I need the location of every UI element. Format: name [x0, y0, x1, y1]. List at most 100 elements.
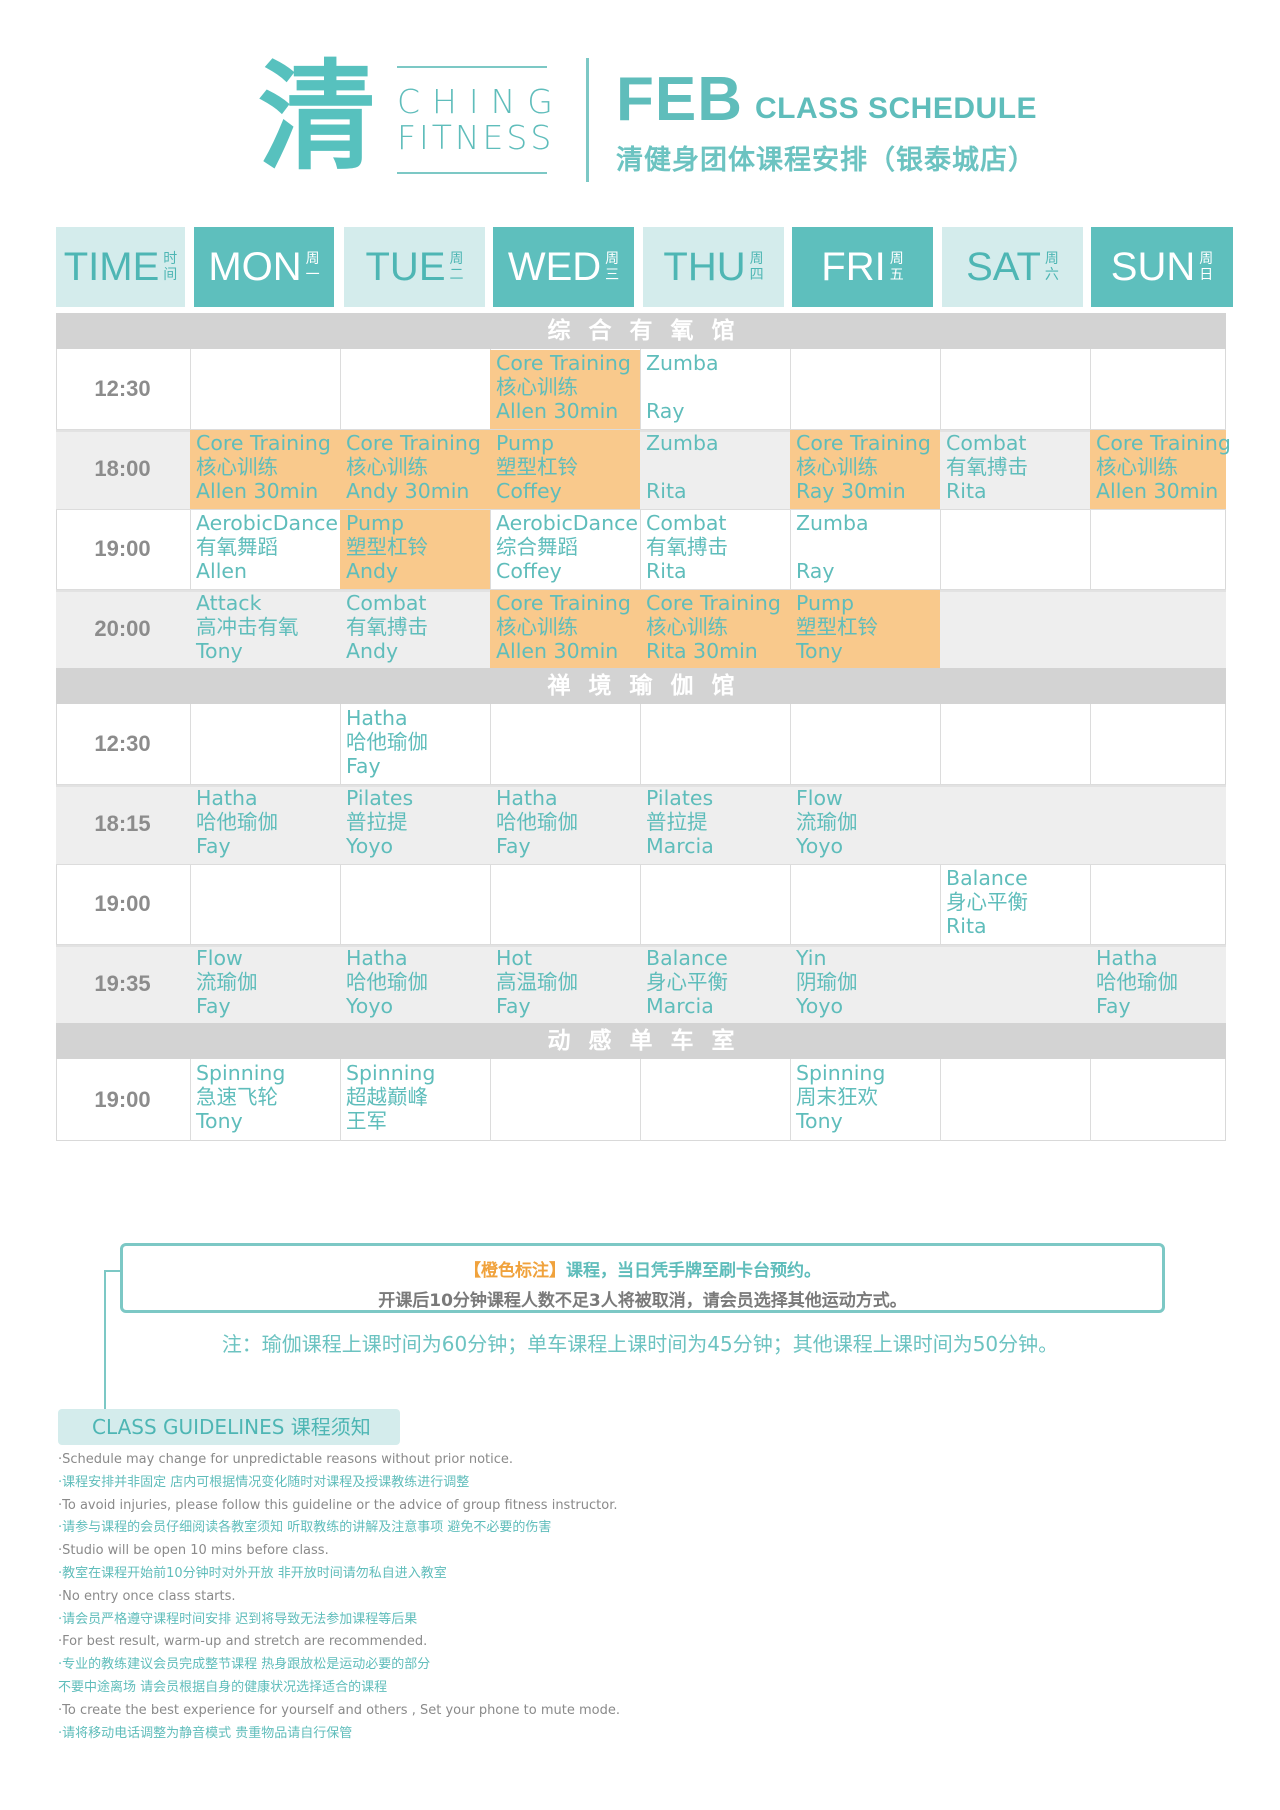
class-name-cn: 有氧搏击 [646, 535, 728, 559]
class-name-cn: 塑型杠铃 [796, 615, 878, 639]
class-cell[interactable]: Flow 流瑜伽 Yoyo [790, 785, 940, 864]
brand-name-line1: CHING [397, 82, 565, 121]
class-name: Zumba [646, 431, 719, 455]
class-name: Spinning [346, 1061, 436, 1085]
class-instructor: Rita [946, 479, 987, 503]
class-cell[interactable]: Core Training 核心训练 Ray 30min [790, 430, 940, 509]
class-instructor: Yoyo [346, 834, 394, 858]
guideline-item: ·请会员严格遵守课程时间安排 迟到将导致无法参加课程等后果 [58, 1611, 418, 1627]
class-instructor: Fay [196, 834, 231, 858]
class-cell[interactable]: Core Training 核心训练 Andy 30min [340, 430, 490, 509]
class-cell[interactable]: Core Training 核心训练 Allen 30min [1090, 430, 1231, 509]
day-header-cn-bottom: 一 [305, 267, 320, 283]
class-cell[interactable]: Pump 塑型杠铃 Andy [340, 510, 490, 589]
class-cell[interactable]: Hatha 哈他瑜伽 Yoyo [340, 945, 490, 1024]
day-header-cn-bottom: 六 [1044, 267, 1059, 283]
class-cell[interactable]: Hatha 哈他瑜伽 Fay [340, 705, 490, 784]
class-cell[interactable]: Hatha 哈他瑜伽 Fay [190, 785, 340, 864]
class-name: Hot [496, 946, 532, 970]
class-instructor: Allen 30min [196, 479, 319, 503]
section-header-aerobic: 综合有氧馆 [56, 313, 1226, 349]
class-cell[interactable]: Attack 高冲击有氧 Tony [190, 590, 340, 669]
class-name: Pilates [646, 786, 714, 810]
day-header-cn: 周一 [306, 251, 320, 283]
class-cell[interactable]: Yin 阴瑜伽 Yoyo [790, 945, 940, 1024]
day-header-cn-bottom: 五 [889, 267, 904, 283]
class-name-cn: 身心平衡 [946, 890, 1028, 914]
day-header-label: SAT [966, 244, 1041, 289]
class-instructor: Ray [796, 559, 835, 583]
day-header-cn: 时间 [163, 251, 177, 283]
class-cell[interactable]: Core Training 核心训练 Allen 30min [490, 590, 640, 669]
guidelines-list: ·Schedule may change for unpredictable r… [58, 1449, 758, 1745]
class-instructor: Yoyo [796, 994, 844, 1018]
class-name-cn: 哈他瑜伽 [346, 970, 428, 994]
class-cell[interactable]: Hatha 哈他瑜伽 Fay [490, 785, 640, 864]
class-instructor: Tony [796, 1109, 843, 1133]
day-header-cn-top: 周 [889, 251, 904, 267]
class-cell[interactable]: Hot 高温瑜伽 Fay [490, 945, 640, 1024]
guideline-item: ·No entry once class starts. [58, 1588, 236, 1604]
class-instructor: Marcia [646, 994, 714, 1018]
class-cell[interactable]: Combat 有氧搏击 Rita [640, 510, 790, 589]
day-header-label: TIME [63, 244, 160, 289]
booking-note-box: 【橙色标注】课程，当日凭手牌至刷卡台预约。 开课后10分钟课程人数不足3人将被取… [120, 1243, 1165, 1313]
class-cell[interactable]: Core Training 核心训练 Allen 30min [490, 350, 640, 429]
class-cell[interactable]: Zumba Ray [640, 350, 790, 429]
class-name-cn: 流瑜伽 [796, 810, 858, 834]
class-cell[interactable]: AerobicDance 有氧舞蹈 Allen [190, 510, 340, 589]
day-header-cn-top: 周 [749, 251, 764, 267]
guideline-item: ·教室在课程开始前10分钟时对外开放 非开放时间请勿私自进入教室 [58, 1565, 447, 1581]
guideline-item: ·To create the best experience for yours… [58, 1702, 620, 1718]
class-instructor: Rita 30min [646, 639, 758, 663]
class-cell[interactable]: Spinning 急速飞轮 Tony [190, 1060, 340, 1141]
class-name: Core Training [196, 431, 331, 455]
brand-name-line2: FITNESS [397, 118, 555, 157]
class-cell[interactable]: Balance 身心平衡 Marcia [640, 945, 790, 1024]
class-instructor: Coffey [496, 559, 562, 583]
day-header-cn-bottom: 间 [163, 267, 178, 283]
class-name: Pump [496, 431, 554, 455]
class-cell[interactable]: Core Training 核心训练 Rita 30min [640, 590, 790, 669]
class-name-cn: 普拉提 [646, 810, 708, 834]
class-instructor: Rita [646, 559, 687, 583]
day-header-label: TUE [365, 244, 446, 289]
day-header-cn-top: 周 [1199, 251, 1214, 267]
class-name: Pump [346, 511, 404, 535]
class-name-cn: 有氧舞蹈 [196, 535, 278, 559]
class-instructor: Rita [946, 914, 987, 938]
class-cell[interactable]: Combat 有氧搏击 Rita [940, 430, 1090, 509]
class-instructor: Ray [646, 399, 685, 423]
class-cell[interactable]: Spinning 超越巅峰 王军 [340, 1060, 490, 1141]
class-instructor: Coffey [496, 479, 562, 503]
month-label: FEB [616, 65, 743, 134]
class-cell[interactable]: Hatha 哈他瑜伽 Fay [1090, 945, 1226, 1024]
class-cell[interactable]: AerobicDance 综合舞蹈 Coffey [490, 510, 640, 589]
class-cell[interactable]: Balance 身心平衡 Rita [940, 865, 1090, 944]
class-cell[interactable]: Pilates 普拉提 Marcia [640, 785, 790, 864]
class-name: Core Training [346, 431, 481, 455]
class-cell[interactable]: Zumba Rita [640, 430, 790, 509]
guideline-item: ·请参与课程的会员仔细阅读各教室须知 听取教练的讲解及注意事项 避免不必要的伤害 [58, 1520, 552, 1536]
duration-note: 注：瑜伽课程上课时间为60分钟；单车课程上课时间为45分钟；其他课程上课时间为5… [221, 1332, 1059, 1356]
class-name-cn: 有氧搏击 [346, 615, 428, 639]
class-name: Hatha [496, 786, 558, 810]
day-header-mon: MON 周一 [194, 227, 334, 307]
class-cell[interactable]: Spinning 周末狂欢 Tony [790, 1060, 940, 1141]
class-name-cn: 核心训练 [346, 455, 428, 479]
class-cell[interactable]: Zumba Ray [790, 510, 940, 589]
day-header-tue: TUE 周二 [344, 227, 485, 307]
class-instructor: 王军 [346, 1109, 387, 1133]
class-instructor: Yoyo [346, 994, 394, 1018]
class-instructor: Yoyo [796, 834, 844, 858]
time-slot: 20:00 [94, 616, 151, 641]
day-header-cn: 周四 [750, 251, 764, 283]
class-name: Core Training [496, 351, 631, 375]
class-cell[interactable]: Core Training 核心训练 Allen 30min [190, 430, 340, 509]
class-cell[interactable]: Flow 流瑜伽 Fay [190, 945, 340, 1024]
class-cell[interactable]: Pilates 普拉提 Yoyo [340, 785, 490, 864]
class-cell[interactable]: Combat 有氧搏击 Andy [340, 590, 490, 669]
guideline-item: ·Schedule may change for unpredictable r… [58, 1452, 514, 1467]
class-cell[interactable]: Pump 塑型杠铃 Tony [790, 590, 940, 669]
class-cell[interactable]: Pump 塑型杠铃 Coffey [490, 430, 640, 509]
